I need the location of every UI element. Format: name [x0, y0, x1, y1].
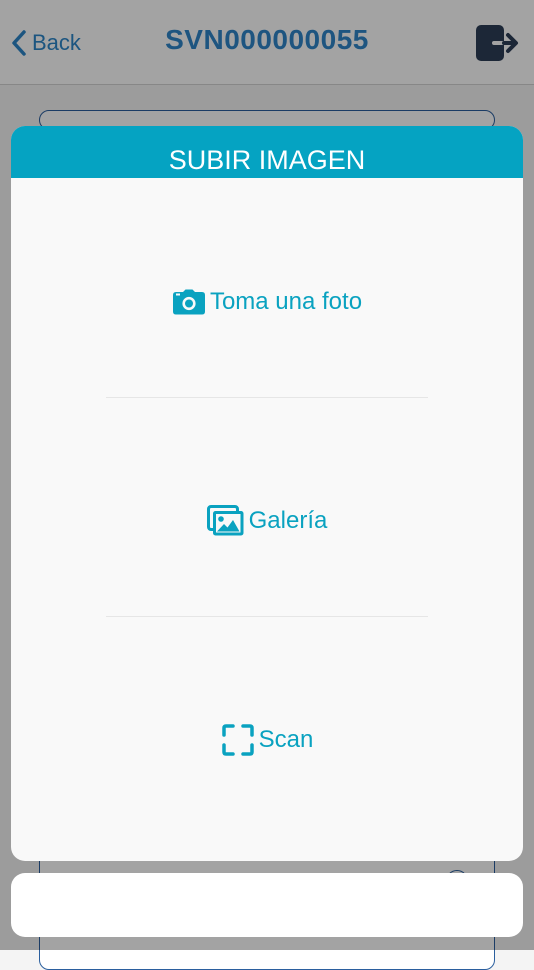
gallery-option[interactable]: Galería: [11, 411, 523, 630]
upload-image-sheet: SUBIR IMAGEN Toma una foto Galería Scan: [11, 126, 523, 861]
option-divider: [106, 397, 428, 398]
cancel-button[interactable]: [11, 873, 523, 937]
images-icon: [206, 504, 245, 537]
camera-icon: [172, 289, 206, 315]
scan-icon: [221, 723, 255, 757]
take-photo-option[interactable]: Toma una foto: [11, 192, 523, 411]
sheet-title: SUBIR IMAGEN: [11, 126, 523, 178]
option-divider: [106, 616, 428, 617]
scan-label: Scan: [258, 725, 314, 753]
take-photo-label: Toma una foto: [209, 287, 363, 315]
scan-option[interactable]: Scan: [11, 630, 523, 849]
gallery-label: Galería: [248, 506, 328, 534]
